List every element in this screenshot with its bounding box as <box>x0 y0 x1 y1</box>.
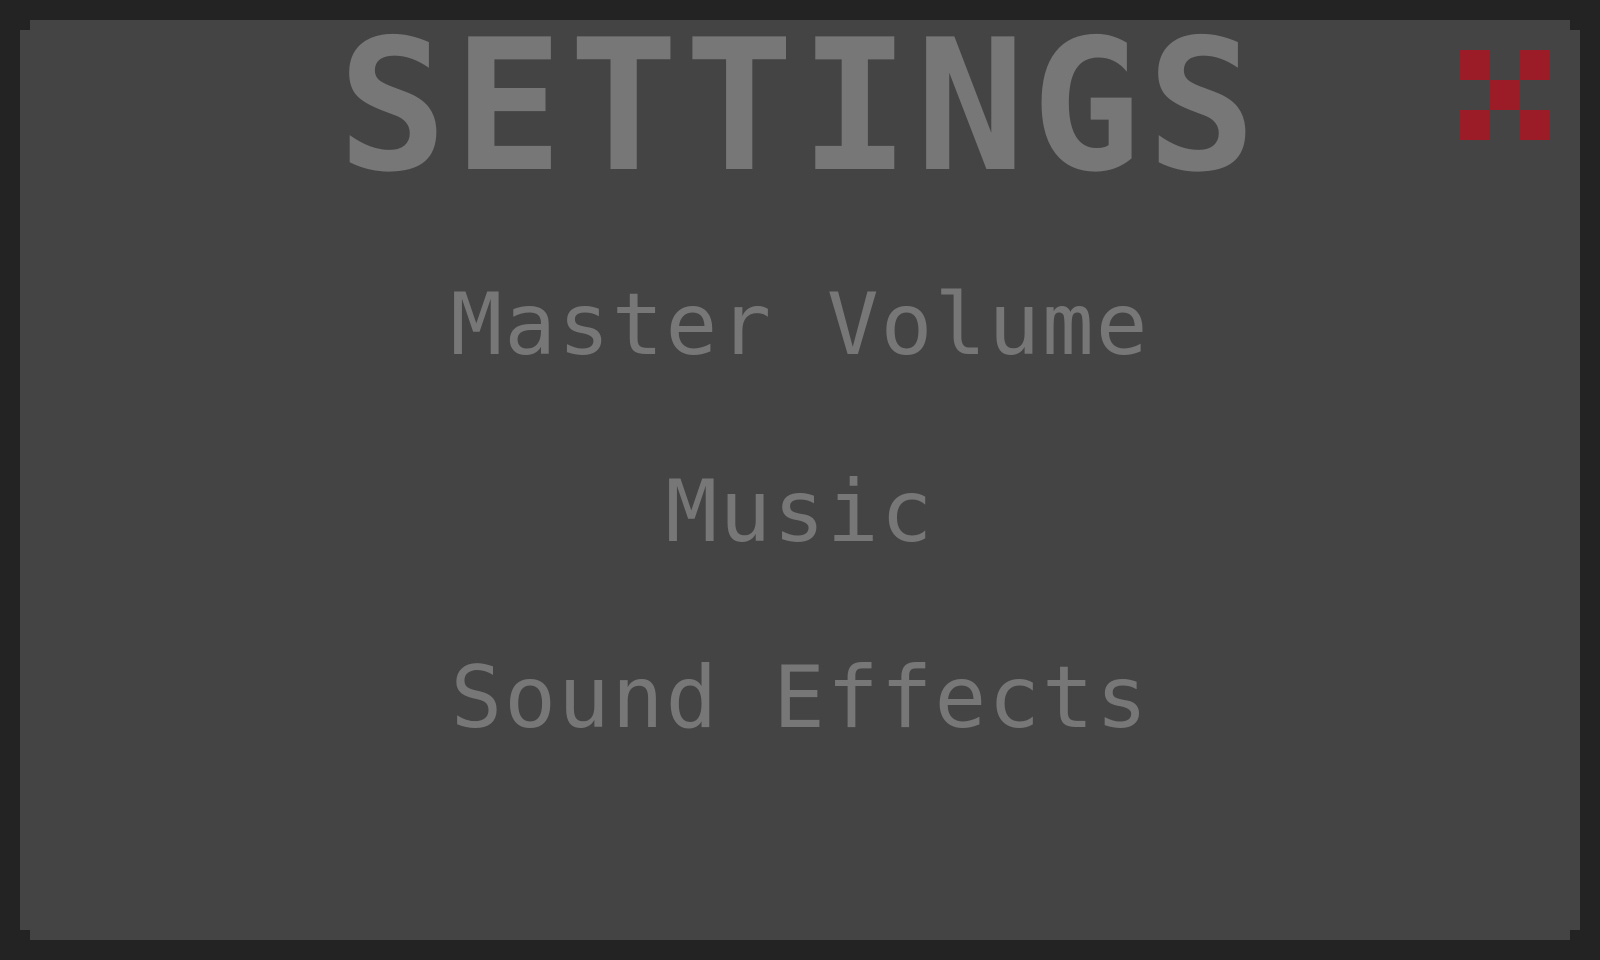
menu-item-sound-effects[interactable]: Sound Effects <box>0 648 1600 748</box>
settings-window: SETTINGS Master Volume Music Sound Effec… <box>0 0 1600 960</box>
menu-item-master-volume[interactable]: Master Volume <box>0 275 1600 375</box>
close-button[interactable] <box>1460 50 1550 140</box>
menu-item-music[interactable]: Music <box>0 462 1600 562</box>
close-icon <box>1460 50 1550 140</box>
page-title: SETTINGS <box>337 0 1263 212</box>
